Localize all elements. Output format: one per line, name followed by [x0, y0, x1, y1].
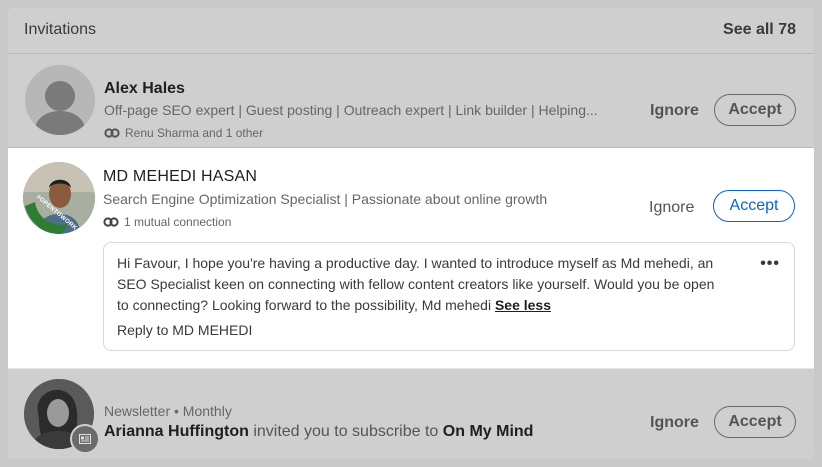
avatar-opentowork[interactable]: #OPENTOWORK: [23, 162, 95, 234]
avatar[interactable]: [25, 65, 95, 135]
invitation-row: Alex Hales Off-page SEO expert | Guest p…: [8, 54, 814, 148]
mutual-connections-icon: [104, 128, 120, 138]
message-text: Hi Favour, I hope you're having a produc…: [117, 253, 717, 316]
invitee-name[interactable]: MD MEHEDI HASAN: [103, 168, 257, 186]
default-person-icon: [25, 65, 95, 135]
see-less-link[interactable]: See less: [495, 297, 551, 313]
see-all-link[interactable]: See all 78: [723, 21, 796, 39]
ignore-button[interactable]: Ignore: [650, 102, 699, 120]
invitee-headline: Search Engine Optimization Specialist | …: [103, 191, 548, 207]
invite-text: invited you to subscribe to: [253, 423, 439, 440]
accept-button[interactable]: Accept: [713, 190, 795, 222]
newsletter-invite-line: Arianna Huffington invited you to subscr…: [104, 423, 533, 441]
reply-link[interactable]: Reply to MD MEHEDI: [117, 322, 252, 338]
accept-button[interactable]: Accept: [714, 406, 796, 438]
newsletter-icon: [70, 424, 100, 454]
invitee-headline: Off-page SEO expert | Guest posting | Ou…: [104, 102, 598, 118]
newsletter-invitation-row: Newsletter • Monthly Arianna Huffington …: [8, 369, 814, 459]
section-title: Invitations: [24, 21, 97, 38]
mutual-text: Renu Sharma and 1 other: [125, 126, 264, 140]
accept-button[interactable]: Accept: [714, 94, 796, 126]
ignore-button[interactable]: Ignore: [649, 199, 694, 217]
invitations-panel: Invitations See all 78 Alex Hales Off-pa…: [8, 8, 814, 459]
mutual-connections-icon: [103, 217, 119, 227]
newsletter-label: Newsletter • Monthly: [104, 403, 232, 419]
profile-photo: [23, 162, 95, 234]
invitations-header: Invitations See all 78: [8, 8, 814, 54]
invitee-name[interactable]: Alex Hales: [104, 80, 185, 98]
newsletter-name[interactable]: On My Mind: [443, 423, 534, 440]
inviter-name[interactable]: Arianna Huffington: [104, 423, 249, 440]
mutual-text: 1 mutual connection: [124, 215, 232, 229]
invitation-message: Hi Favour, I hope you're having a produc…: [103, 242, 795, 351]
message-body: Hi Favour, I hope you're having a produc…: [117, 255, 715, 313]
mutual-connections[interactable]: Renu Sharma and 1 other: [104, 126, 263, 140]
ignore-button[interactable]: Ignore: [650, 414, 699, 432]
invitation-row-active: #OPENTOWORK MD MEHEDI HASAN Search Engin…: [8, 148, 814, 368]
newsletter-glyph: [79, 434, 91, 444]
mutual-connections[interactable]: 1 mutual connection: [103, 215, 231, 229]
more-options-icon[interactable]: •••: [760, 255, 780, 273]
